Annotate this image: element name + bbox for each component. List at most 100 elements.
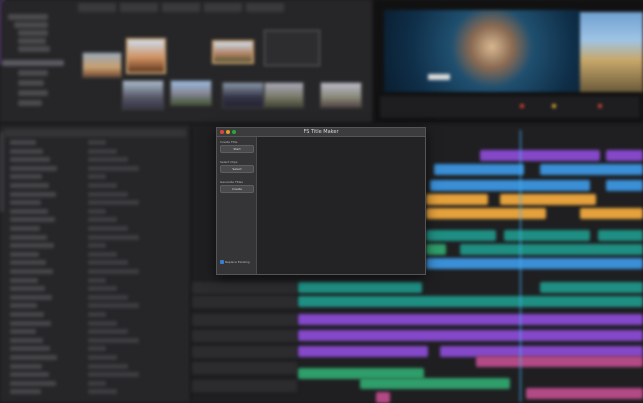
inspector-row-value[interactable] bbox=[88, 226, 128, 231]
track-header[interactable] bbox=[192, 346, 297, 358]
timeline-clip[interactable] bbox=[376, 392, 390, 403]
timeline-clip[interactable] bbox=[580, 208, 643, 219]
library-tree-item-selected[interactable] bbox=[2, 60, 64, 66]
timeline-clip[interactable] bbox=[606, 150, 643, 161]
timeline-clip[interactable] bbox=[480, 150, 600, 161]
clip-thumbnail[interactable] bbox=[170, 80, 212, 106]
inspector-row-value[interactable] bbox=[88, 277, 106, 283]
clip-thumbnail[interactable] bbox=[264, 82, 304, 108]
inspector-row-value[interactable] bbox=[88, 320, 117, 326]
viewer-frame-secondary bbox=[580, 12, 643, 92]
timeline-clip[interactable] bbox=[426, 208, 546, 219]
browser-tab[interactable] bbox=[204, 3, 242, 12]
timeline-clip[interactable] bbox=[298, 314, 643, 325]
timeline-clip[interactable] bbox=[476, 356, 643, 367]
inspector-row-value[interactable] bbox=[88, 337, 139, 343]
clip-thumbnail[interactable] bbox=[222, 82, 264, 108]
track-header[interactable] bbox=[192, 296, 297, 308]
timeline-clip[interactable] bbox=[426, 194, 488, 205]
track-header[interactable] bbox=[192, 282, 297, 294]
library-tree-item[interactable] bbox=[14, 22, 48, 28]
browser-tab[interactable] bbox=[246, 3, 284, 12]
inspector-row-value[interactable] bbox=[88, 389, 117, 395]
library-tree-item[interactable] bbox=[18, 90, 48, 96]
timeline-clip[interactable] bbox=[598, 230, 643, 241]
inspector-row-value[interactable] bbox=[88, 346, 106, 352]
timeline-clip[interactable] bbox=[500, 194, 596, 205]
inspector-row-value[interactable] bbox=[88, 269, 139, 274]
timeline-clip[interactable] bbox=[430, 180, 590, 191]
inspector-row-value[interactable] bbox=[88, 200, 139, 206]
inspector-row-value[interactable] bbox=[88, 260, 128, 266]
clip-thumbnail-selected[interactable] bbox=[212, 40, 254, 64]
timeline-clip[interactable] bbox=[606, 180, 643, 191]
inspector-row-value[interactable] bbox=[88, 363, 128, 369]
inspector-row-value[interactable] bbox=[88, 191, 128, 197]
timeline-clip[interactable] bbox=[460, 244, 643, 255]
timeline-clip[interactable] bbox=[426, 258, 643, 269]
timeline-clip[interactable] bbox=[298, 346, 428, 357]
track-header[interactable] bbox=[192, 330, 297, 342]
timeline-clip[interactable] bbox=[298, 330, 643, 341]
timeline-clip[interactable] bbox=[426, 230, 496, 241]
library-tree-item[interactable] bbox=[18, 30, 48, 36]
inspector-row-value[interactable] bbox=[88, 157, 128, 163]
timeline-clip[interactable] bbox=[298, 296, 643, 307]
clip-thumbnail[interactable] bbox=[122, 80, 164, 110]
timeline-clip[interactable] bbox=[526, 388, 643, 399]
timeline-clip[interactable] bbox=[540, 164, 643, 175]
timeline-clip[interactable] bbox=[540, 282, 643, 293]
inspector-row-value[interactable] bbox=[88, 294, 128, 300]
library-tree-item[interactable] bbox=[18, 100, 42, 106]
timeline-clip[interactable] bbox=[504, 230, 590, 241]
inspector-row-value[interactable] bbox=[88, 372, 139, 378]
inspector-row-value[interactable] bbox=[88, 140, 106, 145]
inspector-row-value[interactable] bbox=[88, 243, 106, 249]
track-header[interactable] bbox=[192, 380, 297, 392]
inspector-row-value[interactable] bbox=[88, 183, 117, 188]
inspector-row-value[interactable] bbox=[88, 234, 139, 240]
inspector-row-value[interactable] bbox=[88, 148, 117, 154]
transport-marker[interactable] bbox=[552, 104, 556, 108]
timeline-clip[interactable] bbox=[360, 378, 510, 389]
library-tree-item[interactable] bbox=[18, 38, 46, 44]
browser-tab[interactable] bbox=[162, 3, 200, 12]
timeline-clip[interactable] bbox=[426, 244, 446, 255]
start-button[interactable]: Start bbox=[220, 145, 254, 153]
clip-thumbnail-selected[interactable] bbox=[126, 38, 166, 74]
inspector-row-value[interactable] bbox=[88, 312, 106, 317]
replace-existing-option[interactable]: Replace Existing bbox=[220, 260, 254, 264]
transport-marker[interactable] bbox=[598, 104, 602, 108]
create-button[interactable]: Create bbox=[220, 185, 254, 193]
browser-tab[interactable] bbox=[120, 3, 158, 12]
clip-thumbnail[interactable] bbox=[320, 82, 362, 108]
inspector-row-value[interactable] bbox=[88, 329, 128, 335]
checkbox-checked-icon[interactable] bbox=[220, 260, 224, 264]
library-tree-item[interactable] bbox=[18, 80, 44, 86]
timeline-clip[interactable] bbox=[298, 282, 422, 293]
inspector-row-value[interactable] bbox=[88, 217, 117, 223]
library-tree-item[interactable] bbox=[18, 70, 48, 76]
library-tree-item[interactable] bbox=[18, 46, 50, 52]
inspector-row-value[interactable] bbox=[88, 286, 117, 292]
dialog-titlebar[interactable]: FS Title Maker bbox=[217, 128, 425, 137]
inspector-row-value[interactable] bbox=[88, 174, 106, 180]
timeline-playhead[interactable] bbox=[520, 130, 521, 402]
inspector-row-value[interactable] bbox=[88, 303, 139, 309]
inspector-row-value[interactable] bbox=[88, 251, 117, 257]
inspector-row-value[interactable] bbox=[88, 165, 139, 171]
select-button[interactable]: Select bbox=[220, 165, 254, 173]
library-tree-item[interactable] bbox=[8, 14, 48, 20]
track-header[interactable] bbox=[192, 362, 297, 374]
track-header[interactable] bbox=[192, 314, 297, 326]
group-label: Select Clips bbox=[220, 160, 238, 164]
inspector-row-value[interactable] bbox=[88, 380, 106, 386]
browser-tab[interactable] bbox=[78, 3, 116, 12]
transport-marker[interactable] bbox=[520, 104, 524, 108]
graphic-thumbnail[interactable] bbox=[264, 30, 320, 66]
inspector-row-value[interactable] bbox=[88, 208, 106, 214]
inspector-row-label bbox=[10, 389, 41, 395]
clip-thumbnail[interactable] bbox=[82, 52, 122, 78]
timeline-clip[interactable] bbox=[434, 164, 524, 175]
inspector-row-value[interactable] bbox=[88, 355, 117, 360]
